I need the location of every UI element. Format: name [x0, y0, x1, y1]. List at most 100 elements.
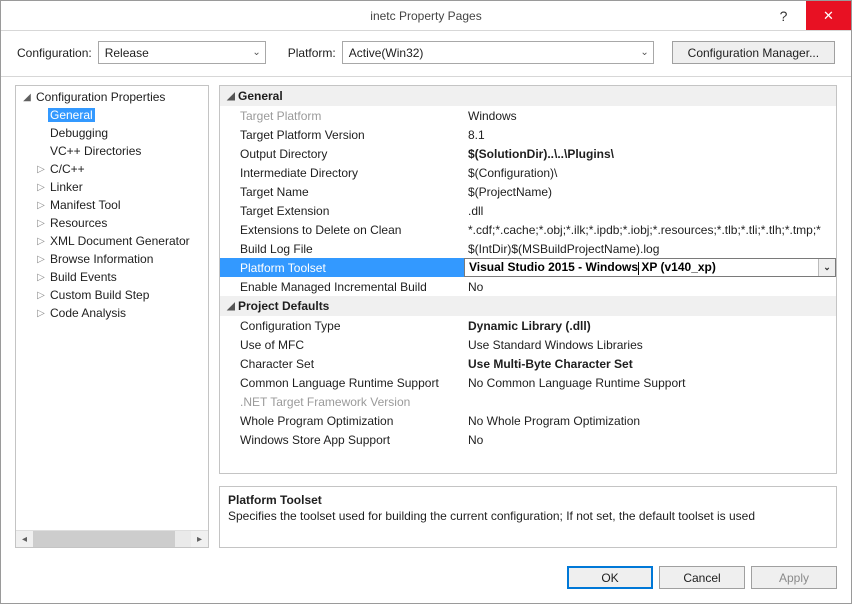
chevron-down-icon: ⌄ — [640, 47, 648, 58]
configuration-combo[interactable]: Release ⌄ — [98, 41, 266, 64]
property-grid-body[interactable]: ◢GeneralTarget PlatformWindowsTarget Pla… — [220, 86, 836, 473]
platform-combo[interactable]: Active(Win32) ⌄ — [342, 41, 654, 64]
property-row[interactable]: Build Log File$(IntDir)$(MSBuildProjectN… — [220, 239, 836, 258]
chevron-down-icon: ⌄ — [823, 262, 831, 273]
property-value: No — [464, 280, 836, 294]
scroll-left-icon[interactable]: ◂ — [16, 531, 33, 548]
dialog-footer: OK Cancel Apply — [1, 558, 851, 603]
tree-item[interactable]: ▷Custom Build Step — [16, 286, 208, 304]
expand-collapse-icon: ▷ — [34, 254, 48, 265]
tree-item-label: Browse Information — [48, 252, 155, 266]
tree-item[interactable]: ▷Browse Information — [16, 250, 208, 268]
property-value: $(ProjectName) — [464, 185, 836, 199]
property-panel: ◢GeneralTarget PlatformWindowsTarget Pla… — [219, 85, 837, 548]
group-name: General — [238, 89, 283, 103]
property-row[interactable]: Target Name$(ProjectName) — [220, 182, 836, 201]
category-tree: ◢Configuration Properties▷General▷Debugg… — [15, 85, 209, 548]
property-value: .dll — [464, 204, 836, 218]
tree-item[interactable]: ▷Debugging — [16, 124, 208, 142]
property-row[interactable]: Output Directory$(SolutionDir)..\..\Plug… — [220, 144, 836, 163]
tree-item[interactable]: ▷VC++ Directories — [16, 142, 208, 160]
property-value: 8.1 — [464, 128, 836, 142]
tree-item[interactable]: ▷Code Analysis — [16, 304, 208, 322]
description-box: Platform Toolset Specifies the toolset u… — [219, 486, 837, 548]
tree-root[interactable]: ◢Configuration Properties — [16, 88, 208, 106]
scroll-right-icon[interactable]: ▸ — [191, 531, 208, 548]
expand-collapse-icon: ▷ — [34, 182, 48, 193]
title-bar: inetc Property Pages ? ✕ — [1, 1, 851, 31]
property-value: $(SolutionDir)..\..\Plugins\ — [464, 147, 836, 161]
tree-item[interactable]: ▷C/C++ — [16, 160, 208, 178]
window-title: inetc Property Pages — [1, 9, 851, 23]
dropdown-button[interactable]: ⌄ — [818, 259, 835, 276]
main-area: ◢Configuration Properties▷General▷Debugg… — [1, 77, 851, 558]
expand-collapse-icon: ▷ — [34, 290, 48, 301]
configuration-label: Configuration: — [17, 46, 92, 60]
property-row[interactable]: Target Extension.dll — [220, 201, 836, 220]
property-group-header[interactable]: ◢Project Defaults — [220, 296, 836, 316]
tree-root-label: Configuration Properties — [34, 90, 167, 104]
expand-collapse-icon: ▷ — [34, 308, 48, 319]
tree-item[interactable]: ▷XML Document Generator — [16, 232, 208, 250]
property-value: No — [464, 433, 836, 447]
property-row[interactable]: Target PlatformWindows — [220, 106, 836, 125]
property-row[interactable]: .NET Target Framework Version — [220, 392, 836, 411]
tree-item[interactable]: ▷Manifest Tool — [16, 196, 208, 214]
configuration-toolbar: Configuration: Release ⌄ Platform: Activ… — [1, 31, 851, 77]
property-value: Dynamic Library (.dll) — [464, 319, 836, 333]
tree-item[interactable]: ▷Build Events — [16, 268, 208, 286]
property-row[interactable]: Use of MFCUse Standard Windows Libraries — [220, 335, 836, 354]
property-value: No Whole Program Optimization — [464, 414, 836, 428]
scroll-track[interactable] — [33, 531, 191, 547]
property-row[interactable]: Whole Program OptimizationNo Whole Progr… — [220, 411, 836, 430]
property-value[interactable]: Visual Studio 2015 - Windows XP (v140_xp… — [464, 258, 836, 277]
tree-item-label: General — [48, 108, 95, 122]
property-name: Target Extension — [220, 204, 464, 218]
property-row[interactable]: Common Language Runtime SupportNo Common… — [220, 373, 836, 392]
property-name: Use of MFC — [220, 338, 464, 352]
property-row[interactable]: Configuration TypeDynamic Library (.dll) — [220, 316, 836, 335]
ok-button[interactable]: OK — [567, 566, 653, 589]
property-group-header[interactable]: ◢General — [220, 86, 836, 106]
collapse-icon: ◢ — [224, 301, 238, 312]
tree-item[interactable]: ▷Resources — [16, 214, 208, 232]
apply-button[interactable]: Apply — [751, 566, 837, 589]
property-name: Common Language Runtime Support — [220, 376, 464, 390]
tree-item-label: C/C++ — [48, 162, 87, 176]
property-grid: ◢GeneralTarget PlatformWindowsTarget Pla… — [219, 85, 837, 474]
expand-collapse-icon: ▷ — [34, 200, 48, 211]
platform-value: Active(Win32) — [349, 46, 424, 60]
property-value: Use Multi-Byte Character Set — [464, 357, 836, 371]
property-value: Windows — [464, 109, 836, 123]
tree-item-label: Linker — [48, 180, 85, 194]
platform-label: Platform: — [288, 46, 336, 60]
property-row[interactable]: Intermediate Directory$(Configuration)\ — [220, 163, 836, 182]
tree-item-label: VC++ Directories — [48, 144, 143, 158]
chevron-down-icon: ⌄ — [252, 47, 260, 58]
property-row[interactable]: Character SetUse Multi-Byte Character Se… — [220, 354, 836, 373]
tree-item[interactable]: ▷General — [16, 106, 208, 124]
property-row[interactable]: Platform ToolsetVisual Studio 2015 - Win… — [220, 258, 836, 277]
expand-collapse-icon: ▷ — [34, 272, 48, 283]
property-name: Extensions to Delete on Clean — [220, 223, 464, 237]
property-value: $(Configuration)\ — [464, 166, 836, 180]
property-row[interactable]: Windows Store App SupportNo — [220, 430, 836, 449]
property-row[interactable]: Enable Managed Incremental BuildNo — [220, 277, 836, 296]
tree-horizontal-scrollbar[interactable]: ◂ ▸ — [16, 530, 208, 547]
tree-body[interactable]: ◢Configuration Properties▷General▷Debugg… — [16, 86, 208, 530]
collapse-icon: ◢ — [224, 91, 238, 102]
tree-item-label: Code Analysis — [48, 306, 128, 320]
tree-item[interactable]: ▷Linker — [16, 178, 208, 196]
property-name: Target Platform Version — [220, 128, 464, 142]
tree-item-label: Custom Build Step — [48, 288, 151, 302]
cancel-button[interactable]: Cancel — [659, 566, 745, 589]
scroll-thumb[interactable] — [33, 531, 175, 547]
property-row[interactable]: Extensions to Delete on Clean*.cdf;*.cac… — [220, 220, 836, 239]
property-name: .NET Target Framework Version — [220, 395, 464, 409]
property-name: Configuration Type — [220, 319, 464, 333]
property-row[interactable]: Target Platform Version8.1 — [220, 125, 836, 144]
description-body: Specifies the toolset used for building … — [228, 509, 828, 523]
property-name: Enable Managed Incremental Build — [220, 280, 464, 294]
configuration-manager-button[interactable]: Configuration Manager... — [672, 41, 835, 64]
tree-item-label: Debugging — [48, 126, 110, 140]
